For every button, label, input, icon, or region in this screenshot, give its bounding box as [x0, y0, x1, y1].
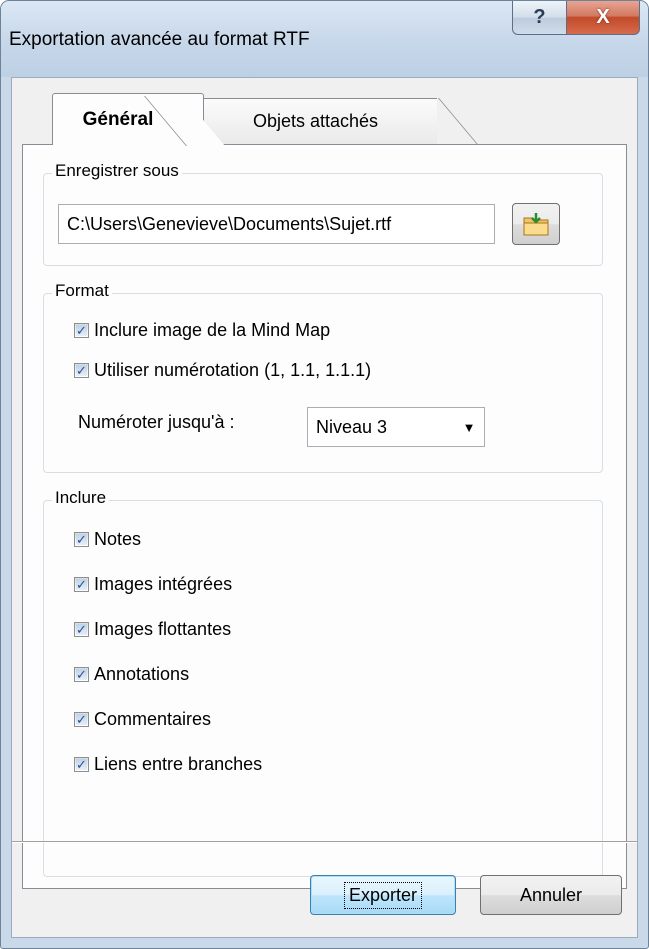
checkbox-label: Images flottantes: [94, 619, 232, 639]
checkmark-icon: ✓: [76, 577, 87, 592]
export-button[interactable]: Exporter: [310, 875, 456, 915]
checkmark-icon: ✓: [76, 323, 87, 338]
checkmark-icon: ✓: [76, 712, 87, 727]
checkbox-label: Images intégrées: [94, 574, 233, 594]
tab-panel-general: Enregistrer sous C:\Users\Genevieve\Docu…: [22, 144, 627, 889]
dialog-client-area: Général Objets attachés Enregistrer sous…: [11, 77, 638, 938]
include-mindmap-image-checkbox[interactable]: ✓ Inclure image de la Mind Map: [74, 320, 330, 341]
checkbox-box: ✓: [74, 363, 89, 378]
save-as-group: Enregistrer sous C:\Users\Genevieve\Docu…: [43, 161, 603, 266]
checkbox-box: ✓: [74, 667, 89, 682]
include-group: Inclure ✓ Notes ✓ Images intégrées ✓ Ima…: [43, 488, 603, 877]
checkmark-icon: ✓: [76, 757, 87, 772]
cancel-button[interactable]: Annuler: [480, 875, 622, 915]
close-button[interactable]: X: [566, 1, 640, 35]
checkbox-box: ✓: [74, 577, 89, 592]
include-legend: Inclure: [52, 488, 110, 508]
dropdown-value: Niveau 3: [316, 416, 388, 437]
caption-buttons: ? X: [512, 1, 640, 39]
checkbox-box: ✓: [74, 532, 89, 547]
close-icon: X: [596, 6, 610, 28]
title-bar[interactable]: Exportation avancée au format RTF ? X: [1, 1, 648, 77]
checkbox-label: Notes: [94, 529, 142, 549]
export-button-label: Exporter: [343, 881, 423, 909]
checkbox-label: Commentaires: [94, 709, 212, 729]
checkmark-icon: ✓: [76, 363, 87, 378]
number-level-dropdown[interactable]: Niveau 3 ▼: [307, 407, 485, 447]
checkbox-label: Utiliser numérotation (1, 1.1, 1.1.1): [94, 360, 372, 380]
include-notes-checkbox[interactable]: ✓ Notes: [74, 529, 141, 550]
save-path-input[interactable]: C:\Users\Genevieve\Documents\Sujet.rtf: [58, 204, 495, 244]
include-comments-checkbox[interactable]: ✓ Commentaires: [74, 709, 211, 730]
include-annotations-checkbox[interactable]: ✓ Annotations: [74, 664, 189, 685]
tab-attached-objects-label: Objets attachés: [252, 111, 379, 131]
cancel-button-label: Annuler: [519, 884, 583, 905]
format-group: Format ✓ Inclure image de la Mind Map ✓ …: [43, 281, 603, 473]
window-title: Exportation avancée au format RTF: [9, 29, 310, 50]
checkbox-label: Liens entre branches: [94, 754, 263, 774]
include-branch-links-checkbox[interactable]: ✓ Liens entre branches: [74, 754, 262, 775]
tab-general-label: Général: [82, 108, 154, 130]
number-up-to-label: Numéroter jusqu'à :: [78, 412, 235, 432]
checkbox-box: ✓: [74, 757, 89, 772]
help-icon: ?: [533, 6, 546, 28]
save-as-legend: Enregistrer sous: [52, 161, 182, 181]
use-numbering-checkbox[interactable]: ✓ Utiliser numérotation (1, 1.1, 1.1.1): [74, 360, 371, 381]
chevron-down-icon: ▼: [462, 419, 476, 435]
include-floating-images-checkbox[interactable]: ✓ Images flottantes: [74, 619, 231, 640]
tab-attached-objects[interactable]: Objets attachés: [202, 98, 437, 144]
checkbox-label: Inclure image de la Mind Map: [94, 320, 331, 340]
include-embedded-images-checkbox[interactable]: ✓ Images intégrées: [74, 574, 232, 595]
checkmark-icon: ✓: [76, 667, 87, 682]
folder-export-icon: [523, 213, 549, 236]
button-bar-separator: [12, 841, 637, 843]
checkmark-icon: ✓: [76, 532, 87, 547]
format-legend: Format: [52, 281, 112, 301]
checkbox-label: Annotations: [94, 664, 190, 684]
help-button[interactable]: ?: [512, 1, 567, 35]
checkbox-box: ✓: [74, 712, 89, 727]
checkbox-box: ✓: [74, 622, 89, 637]
checkbox-box: ✓: [74, 323, 89, 338]
export-rtf-dialog: Exportation avancée au format RTF ? X Gé…: [0, 0, 649, 949]
tab-general[interactable]: Général: [52, 93, 204, 145]
checkmark-icon: ✓: [76, 622, 87, 637]
browse-button[interactable]: [512, 203, 560, 245]
